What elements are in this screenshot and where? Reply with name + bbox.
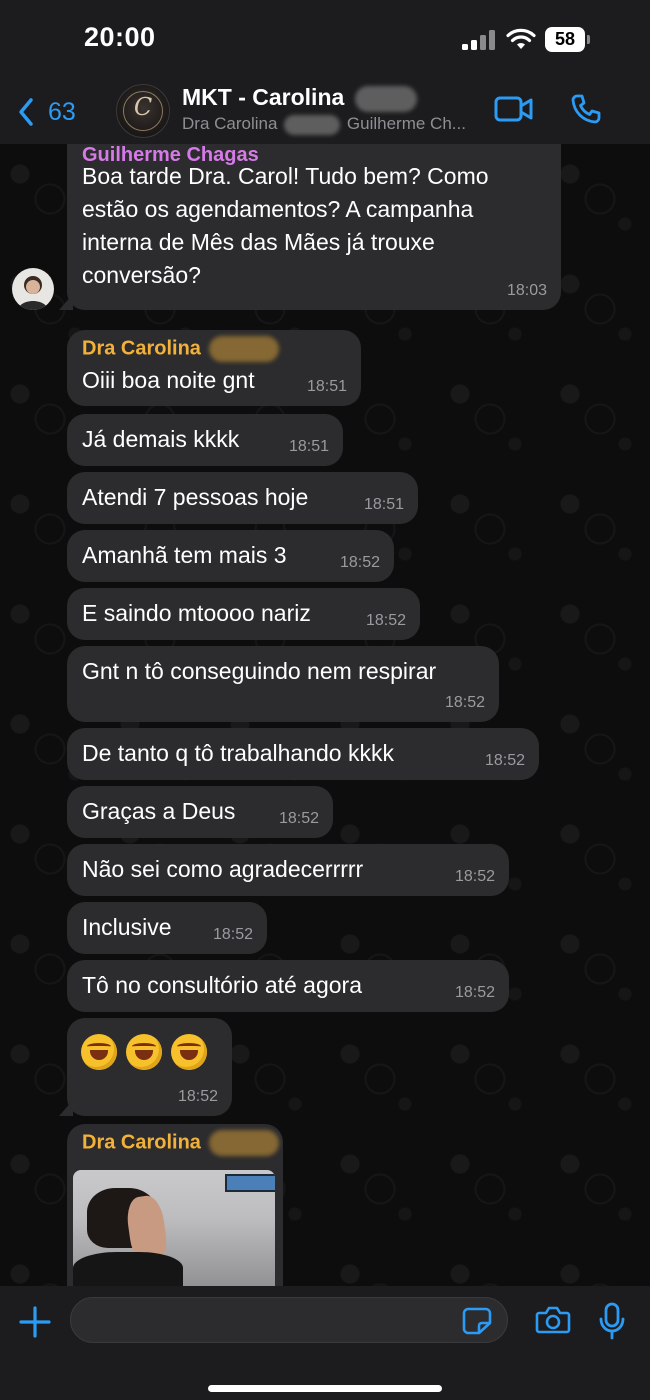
message-time: 18:52 [454,868,495,885]
message-bubble[interactable]: Dra Carolina Oiii boa noite gnt 18:51 [67,330,361,406]
message-bubble[interactable]: Atendi 7 pessoas hoje 18:51 [67,472,418,524]
back-button[interactable]: 63 [18,92,76,132]
message-bubble[interactable]: E saindo mtoooo nariz 18:52 [67,588,420,640]
message-text: Já demais kkkk [82,426,240,452]
message-time: 18:51 [363,496,404,513]
message-time: 18:52 [278,810,319,827]
redacted-blur [208,1130,279,1156]
message-text: Amanhã tem mais 3 [82,542,287,568]
video-call-icon[interactable] [494,95,534,123]
message-text: E saindo mtoooo nariz [82,600,311,626]
message-time: 18:03 [506,282,547,299]
message-bubble[interactable]: Já demais kkkk 18:51 [67,414,343,466]
message-bubble[interactable]: Graças a Deus 18:52 [67,786,333,838]
sticker-icon[interactable] [462,1307,492,1335]
cellular-signal-icon [462,30,496,50]
message-bubble[interactable]: De tanto q tô trabalhando kkkk 18:52 [67,728,539,780]
home-indicator [208,1385,442,1392]
wifi-icon [506,28,536,49]
message-bubble[interactable]: Inclusive 18:52 [67,902,267,954]
chevron-left-icon [19,98,33,126]
avatar-monogram: C [133,93,153,121]
message-time: 18:52 [177,1088,218,1105]
message-text: Boa tarde Dra. Carol! Tudo bem? Como est… [82,163,489,288]
group-avatar[interactable]: C [116,84,170,138]
rolling-laughing-emoji-icon [126,1034,162,1070]
message-text: Tô no consultório até agora [82,972,363,998]
message-time: 18:51 [306,378,347,395]
message-list[interactable]: Guilherme Chagas Boa tarde Dra. Carol! T… [0,144,650,1286]
group-title[interactable]: MKT - Carolina [182,84,417,112]
camera-icon[interactable] [535,1305,571,1335]
group-members[interactable]: Dra Carolina Guilherme Ch... [182,114,466,135]
group-title-text: MKT - Carolina [182,84,345,110]
battery-icon: 58 [545,27,591,52]
message-time: 18:52 [212,926,253,943]
sender-name: Dra Carolina [82,1130,279,1156]
message-time: 18:52 [484,752,525,769]
sender-avatar[interactable] [12,268,54,310]
message-time: 18:51 [288,438,329,455]
rolling-laughing-emoji-icon [81,1034,117,1070]
unread-count: 63 [48,97,76,126]
message-bubble[interactable]: Não sei como agradecerrrrr 18:52 [67,844,509,896]
composer-bar [0,1286,650,1400]
message-input[interactable] [70,1297,508,1343]
message-text: Atendi 7 pessoas hoje [82,484,309,510]
redacted-blur [354,85,417,112]
message-bubble[interactable]: Gnt n tô conseguindo nem respirar 18:52 [67,646,499,722]
status-bar: 20:00 58 [0,0,650,78]
message-bubble[interactable]: Tô no consultório até agora 18:52 [67,960,509,1012]
status-time: 20:00 [84,22,156,52]
member-name: Guilherme Ch... [346,114,466,133]
message-text: De tanto q tô trabalhando kkkk [82,740,394,766]
emoji-row [81,1034,216,1075]
message-bubble[interactable]: Amanhã tem mais 3 18:52 [67,530,394,582]
bubble-tail [59,1100,73,1116]
photo-attachment[interactable] [73,1170,275,1286]
message-time: 18:52 [365,612,406,629]
message-bubble[interactable]: Guilherme Chagas Boa tarde Dra. Carol! T… [67,144,561,310]
message-text: Não sei como agradecerrrrr [82,856,364,882]
microphone-icon[interactable] [598,1302,626,1340]
rolling-laughing-emoji-icon [171,1034,207,1070]
redacted-blur [284,114,341,135]
sender-name: Dra Carolina [82,336,279,362]
bubble-tail [59,294,73,310]
message-time: 18:52 [454,984,495,1001]
message-time: 18:52 [444,694,485,711]
member-name: Dra Carolina [182,114,278,133]
phone-call-icon[interactable] [570,93,602,125]
redacted-blur [208,336,279,362]
message-bubble[interactable]: Dra Carolina [67,1124,283,1286]
message-text: Gnt n tô conseguindo nem respirar [82,658,437,684]
message-text: Inclusive [82,914,172,940]
message-time: 18:52 [339,554,380,571]
message-bubble[interactable]: 18:52 [67,1018,232,1116]
chat-header: 63 C MKT - Carolina Dra Carolina Guilher… [0,78,650,144]
message-text: Oiii boa noite gnt [82,367,255,393]
battery-level: 58 [545,27,585,52]
plus-icon[interactable] [17,1304,53,1340]
message-text: Graças a Deus [82,798,236,824]
